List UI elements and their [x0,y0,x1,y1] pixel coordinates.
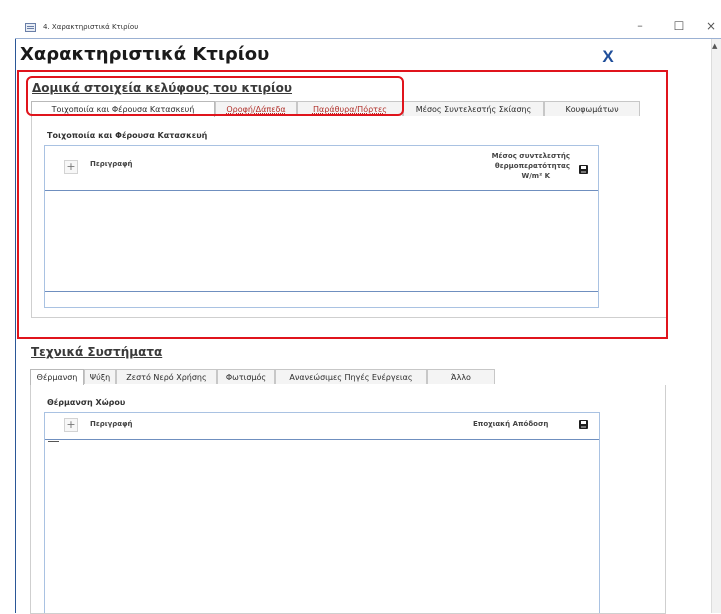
systems-tabstrip: Θέρμανση Ψύξη Ζεστό Νερό Χρήσης Φωτισμός… [30,369,495,386]
close-form-button[interactable]: X [597,47,619,67]
column-heating-description[interactable]: Περιγραφή [90,420,133,428]
tab-cooling[interactable]: Ψύξη [84,369,116,384]
tab-lighting[interactable]: Φωτισμός [217,369,275,384]
window-titlebar: 4. Χαρακτηριστικά Κτιρίου – ☐ × [0,0,721,38]
minimize-button[interactable]: – [629,17,651,35]
add-heating-row-button[interactable]: + [64,418,78,432]
new-row-marker [48,441,59,442]
form-left-border [15,38,16,613]
heating-grid-header: + Περιγραφή Εποχιακή Απόδοση [45,413,599,440]
window-close-button[interactable]: × [700,17,721,35]
scroll-up-icon[interactable]: ▲ [712,42,717,50]
systems-panel-title: Θέρμανση Χώρου [47,398,126,407]
column-seasonal-efficiency[interactable]: Εποχιακή Απόδοση [473,420,548,428]
tab-hot-water[interactable]: Ζεστό Νερό Χρήσης [116,369,217,384]
annotation-highlight-title [26,76,404,116]
save-heating-icon[interactable] [579,420,588,429]
tab-renewables[interactable]: Ανανεώσιμες Πηγές Ενέργειας [275,369,427,384]
heating-grid: + Περιγραφή Εποχιακή Απόδοση [44,412,600,613]
app-icon [25,23,36,32]
tab-other[interactable]: Άλλο [427,369,495,384]
form-title: Χαρακτηριστικά Κτιρίου [20,44,270,65]
systems-section-title: Τεχνικά Συστήματα [31,345,163,359]
vertical-scrollbar[interactable] [711,39,721,613]
window-title: 4. Χαρακτηριστικά Κτιρίου [43,23,139,31]
tab-heating[interactable]: Θέρμανση [30,369,84,385]
maximize-button[interactable]: ☐ [668,17,690,35]
